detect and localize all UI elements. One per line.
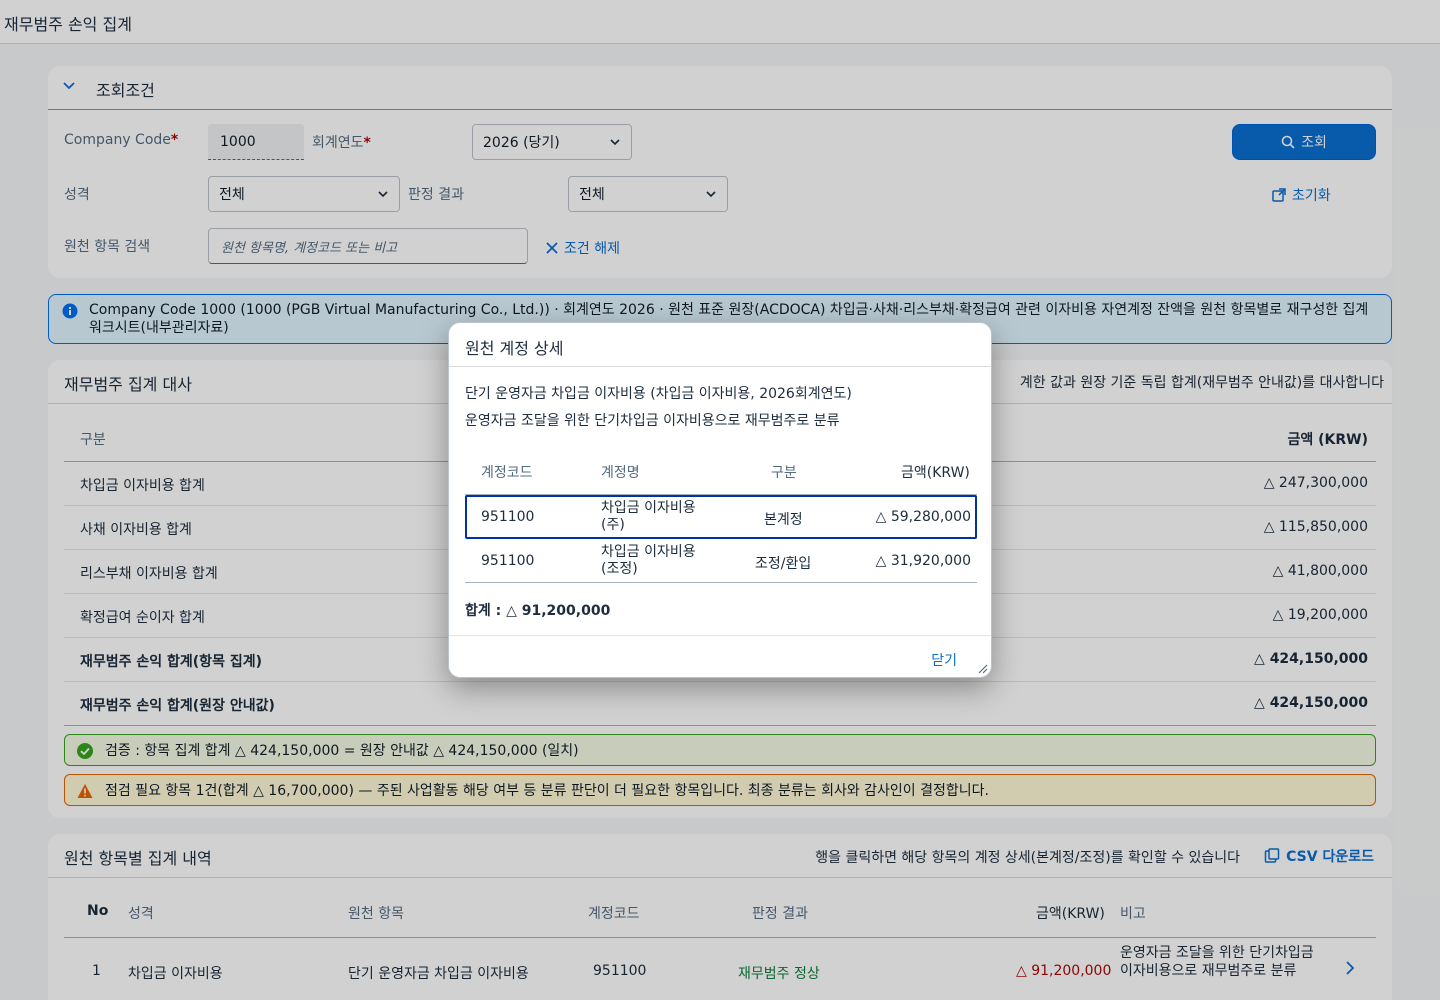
dialog-classification: 운영자금 조달을 위한 단기차입금 이자비용으로 재무범주로 분류 (465, 413, 840, 429)
row-account: 951100 (481, 509, 535, 525)
col-amount: 금액(KRW) (901, 465, 970, 481)
dialog-table-header: 계정코드 계정명 구분 금액(KRW) (465, 447, 977, 495)
dialog-footer: 닫기 (449, 635, 991, 679)
dialog-title: 원천 계정 상세 (465, 339, 564, 358)
dialog-total: 합계 : △ 91,200,000 (465, 603, 611, 619)
row-account: 951100 (481, 553, 535, 569)
dialog-header: 원천 계정 상세 (449, 323, 991, 367)
resize-handle-icon[interactable] (978, 664, 988, 674)
table-row[interactable]: 951100 차입금 이자비용 (조정) 조정/환입 △ 31,920,000 (465, 539, 977, 583)
row-account-name: 차입금 이자비용 (조정) (601, 544, 696, 577)
row-amount: △ 59,280,000 (875, 509, 971, 525)
account-detail-dialog: 원천 계정 상세 단기 운영자금 차입금 이자비용 (차입금 이자비용, 202… (448, 322, 992, 678)
col-account: 계정코드 (481, 465, 533, 481)
col-type: 구분 (771, 465, 797, 481)
row-amount: △ 31,920,000 (875, 553, 971, 569)
row-type: 조정/환입 (755, 556, 812, 572)
close-button[interactable]: 닫기 (931, 650, 957, 670)
dialog-description: 단기 운영자금 차입금 이자비용 (차입금 이자비용, 2026회계연도) (465, 386, 852, 402)
col-account-name: 계정명 (601, 465, 640, 481)
row-type: 본계정 (764, 512, 803, 528)
row-account-name: 차입금 이자비용 (주) (601, 500, 696, 533)
table-row-selected[interactable]: 951100 차입금 이자비용 (주) 본계정 △ 59,280,000 (465, 495, 977, 539)
